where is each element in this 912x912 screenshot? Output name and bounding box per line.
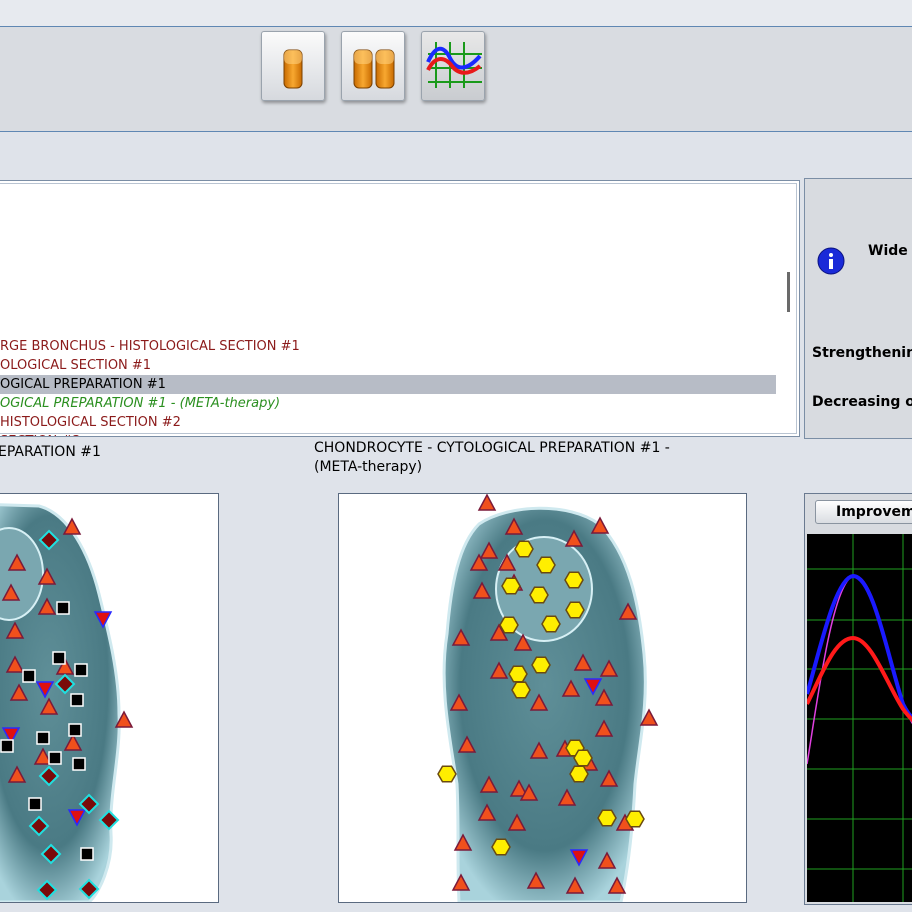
hexagon-marker (531, 656, 551, 674)
square-marker (72, 757, 86, 771)
hexagon-marker (501, 577, 521, 595)
list-item[interactable]: SECTION #3 (0, 432, 776, 436)
list-item[interactable]: OGICAL PREPARATION #1 - (META-therapy) (0, 394, 776, 413)
hexagon-marker (508, 665, 528, 683)
hexagon-marker (565, 601, 585, 619)
toolbar (0, 27, 912, 132)
double-capsule-icon (353, 49, 395, 89)
preparation-list[interactable]: RGE BRONCHUS - HISTOLOGICAL SECTION #1 OL… (0, 180, 800, 437)
hexagon-marker (597, 809, 617, 827)
hexagon-marker (437, 765, 457, 783)
right-cell-image-panel[interactable] (338, 493, 747, 903)
list-item-label: HISTOLOGICAL SECTION #2 (0, 415, 181, 430)
hexagon-marker (491, 838, 511, 856)
improvement-graph-panel: Improvem (804, 493, 912, 905)
left-cell-image-panel[interactable] (0, 493, 219, 903)
info-line-decreasing: Decreasing o (812, 394, 912, 410)
toolbar-button-double[interactable] (341, 31, 405, 101)
hexagon-marker (499, 616, 519, 634)
gap-area (0, 132, 912, 178)
list-item-label: SECTION #3 (0, 434, 81, 436)
hexagon-marker (569, 765, 589, 783)
square-marker (68, 723, 82, 737)
list-item-label: OLOGICAL SECTION #1 (0, 358, 152, 373)
hexagon-marker (536, 556, 556, 574)
info-line-strengthening: Strengthenin (812, 345, 912, 361)
triangle-marker (477, 494, 497, 511)
right-panel-caption-line1: CHONDROCYTE - CYTOLOGICAL PREPARATION #1… (314, 440, 670, 456)
hexagon-marker (573, 749, 593, 767)
square-marker (36, 731, 50, 745)
graph-icon (426, 42, 482, 88)
square-marker (74, 663, 88, 677)
square-marker (28, 797, 42, 811)
square-marker (52, 651, 66, 665)
list-item[interactable]: OLOGICAL SECTION #1 (0, 356, 776, 375)
list-item-label: OGICAL PREPARATION #1 (0, 377, 166, 392)
left-cell-image (0, 503, 134, 902)
improvement-button[interactable]: Improvem (815, 500, 912, 524)
right-panel-caption-line2: (META-therapy) (314, 459, 423, 475)
info-icon (817, 247, 845, 275)
hexagon-marker (541, 615, 561, 633)
list-item[interactable]: OGICAL PREPARATION #1 (0, 375, 776, 394)
single-capsule-icon (283, 49, 303, 89)
toolbar-button-single[interactable] (261, 31, 325, 101)
list-item-label: RGE BRONCHUS - HISTOLOGICAL SECTION #1 (0, 339, 300, 354)
square-marker (22, 669, 36, 683)
info-panel: Wide Strengthenin Decreasing o (804, 178, 912, 439)
hexagon-marker (625, 810, 645, 828)
hexagon-marker (514, 540, 534, 558)
square-marker (0, 739, 14, 753)
toolbar-button-graph[interactable] (421, 31, 485, 101)
hexagon-marker (529, 586, 549, 604)
square-marker (70, 693, 84, 707)
hexagon-marker (511, 681, 531, 699)
list-item-label: OGICAL PREPARATION #1 - (META-therapy) (0, 396, 281, 411)
left-panel-caption: EPARATION #1 (0, 444, 101, 460)
window-top-strip (0, 0, 912, 27)
hexagon-marker (564, 571, 584, 589)
list-item[interactable]: HISTOLOGICAL SECTION #2 (0, 413, 776, 432)
square-marker (80, 847, 94, 861)
improvement-graph (807, 534, 912, 902)
info-title: Wide (868, 243, 908, 259)
square-marker (56, 601, 70, 615)
list-item[interactable]: RGE BRONCHUS - HISTOLOGICAL SECTION #1 (0, 337, 776, 356)
list-scrollbar[interactable] (787, 272, 790, 312)
right-cell-image (437, 494, 659, 902)
square-marker (48, 751, 62, 765)
preparation-list-inner: RGE BRONCHUS - HISTOLOGICAL SECTION #1 OL… (0, 183, 797, 436)
